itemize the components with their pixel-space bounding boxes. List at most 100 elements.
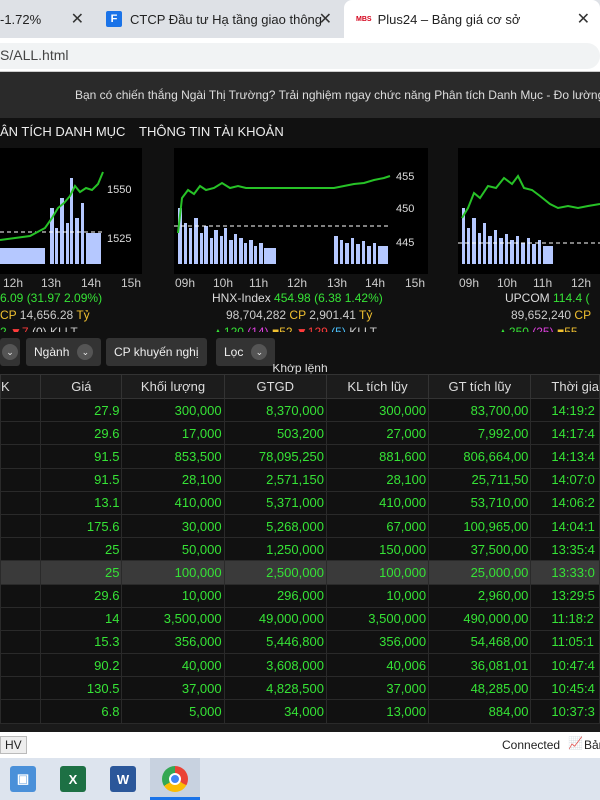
- time-tick: 13h: [41, 276, 62, 290]
- table-cell: 13.1: [40, 490, 123, 515]
- browser-tab-1[interactable]: -1.72% ✕: [0, 0, 94, 38]
- col-header[interactable]: GT tích lũy: [428, 374, 532, 399]
- col-header[interactable]: Giá: [40, 374, 123, 399]
- table-cell: [0, 560, 42, 585]
- table-cell: 5,446,800: [223, 629, 327, 655]
- trade-value: 14,656.28: [19, 308, 74, 322]
- close-icon[interactable]: ✕: [319, 9, 332, 29]
- col-header[interactable]: KL tích lũy: [325, 374, 430, 399]
- trading-page: Bạn có chiến thắng Ngài Thị Trường? Trải…: [0, 72, 600, 732]
- table-cell: 53,710,00: [428, 490, 532, 515]
- index-charts: 1550 1525 12h 13h 14h 15h 6.09 (31.97 2.…: [0, 146, 600, 339]
- matched-orders-table: K Giá Khối lượng GTGD KL tích lũy GT tíc…: [0, 374, 600, 724]
- table-cell: 356,000: [121, 629, 225, 655]
- col-header[interactable]: Thời gia: [530, 374, 600, 399]
- table-cell: [0, 606, 42, 631]
- table-row[interactable]: 29.6 10,000 296,000 10,000 2,960,00 13:29:5: [0, 583, 600, 608]
- table-cell: 40,006: [325, 653, 430, 678]
- level-label: 445: [396, 237, 414, 249]
- col-header[interactable]: Khối lượng: [121, 374, 225, 399]
- favicon-icon: F: [106, 11, 122, 27]
- table-row[interactable]: 13.1 410,000 5,371,000 410,000 53,710,00 14:0…: [0, 490, 600, 515]
- time-tick: 09h: [175, 276, 196, 290]
- table-cell: 10:45:4: [530, 676, 600, 701]
- top-menu: ÂN TÍCH DANH MỤC THÔNG TIN TÀI KHOẢN: [0, 118, 600, 146]
- index-name: UPCOM: [505, 291, 550, 305]
- table-cell: 37,000: [325, 676, 430, 701]
- chevron-down-icon: ⌄: [251, 344, 268, 360]
- table-row[interactable]: 25 50,000 1,250,000 150,000 37,500,00 13:35:4: [0, 537, 600, 562]
- table-row[interactable]: 15.3 356,000 5,446,800 356,000 54,468,00 11:0…: [0, 629, 600, 655]
- exchange-dropdown[interactable]: ⌄: [0, 338, 20, 366]
- table-row[interactable]: 91.5 28,100 2,571,150 28,100 25,711,50 14:07:…: [0, 467, 600, 492]
- table-cell: 14:17:4: [530, 421, 600, 446]
- photos-app-icon[interactable]: ▣: [10, 766, 36, 792]
- table-row[interactable]: 91.5 853,500 78,095,250 881,600 806,664,00 14…: [0, 444, 600, 469]
- upcom-value-line: 89,652,240 CP: [511, 308, 591, 322]
- filter-dropdown[interactable]: Lọc ⌄: [216, 338, 276, 366]
- hnx-index-chart[interactable]: 455 450 445: [174, 148, 428, 274]
- table-cell: 490,000,00: [428, 606, 532, 631]
- board-label[interactable]: Bản: [584, 738, 600, 752]
- time-axis: 09h 10h 11h 12h 13h 14h 15h: [175, 276, 425, 290]
- table-cell: 49,000,000: [223, 606, 327, 631]
- industry-dropdown[interactable]: Ngành ⌄: [26, 338, 102, 366]
- browser-tab-2[interactable]: F CTCP Đầu tư Hạ tầng giao thông ✕: [96, 0, 342, 38]
- menu-item-account-info[interactable]: THÔNG TIN TÀI KHOẢN: [139, 124, 284, 139]
- vnindex-chart[interactable]: 1550 1525: [0, 148, 142, 274]
- time-tick: 11h: [533, 276, 553, 290]
- table-cell: 806,664,00: [428, 444, 532, 469]
- promo-banner[interactable]: Bạn có chiến thắng Ngài Thị Trường? Trải…: [0, 72, 600, 118]
- word-app-icon[interactable]: W: [110, 766, 136, 792]
- table-cell: 29.6: [40, 583, 123, 608]
- table-cell: 5,268,000: [223, 513, 327, 539]
- table-cell: 356,000: [325, 629, 430, 655]
- table-cell: 91.5: [40, 444, 123, 469]
- table-row[interactable]: 29.6 17,000 503,200 27,000 7,992,00 14:17:4: [0, 421, 600, 446]
- table-cell: 67,000: [325, 513, 430, 539]
- table-row[interactable]: 130.5 37,000 4,828,500 37,000 48,285,00 10:45…: [0, 676, 600, 701]
- table-cell: 300,000: [325, 397, 430, 423]
- table-cell: [0, 513, 42, 539]
- browser-tab-active[interactable]: MBS Plus24 – Bảng giá cơ sở ✕: [344, 0, 600, 38]
- hv-badge[interactable]: HV: [0, 736, 27, 754]
- table-cell: 25: [40, 537, 123, 562]
- chart-icon[interactable]: 📈: [568, 736, 583, 750]
- menu-item-portfolio-analysis[interactable]: ÂN TÍCH DANH MỤC: [0, 124, 125, 139]
- table-cell: [0, 699, 42, 724]
- time-tick: 14h: [365, 276, 386, 290]
- close-icon[interactable]: ✕: [71, 9, 84, 29]
- chrome-taskbar-item[interactable]: [150, 758, 200, 800]
- table-row[interactable]: 14 3,500,000 49,000,000 3,500,000 490,000,00…: [0, 606, 600, 631]
- table-cell: 37,000: [121, 676, 225, 701]
- excel-app-icon[interactable]: X: [60, 766, 86, 792]
- col-header[interactable]: GTGD: [223, 374, 327, 399]
- time-tick: 12h: [287, 276, 308, 290]
- table-cell: [0, 490, 42, 515]
- close-icon[interactable]: ✕: [577, 9, 590, 29]
- table-cell: [0, 629, 42, 655]
- table-cell: 25,000,00: [428, 560, 532, 585]
- table-cell: 3,500,000: [325, 606, 430, 631]
- level-label: 1550: [107, 184, 131, 196]
- table-row[interactable]: 90.2 40,000 3,608,000 40,006 36,081,01 10:47:…: [0, 653, 600, 678]
- table-cell: 29.6: [40, 421, 123, 446]
- table-row[interactable]: 6.8 5,000 34,000 13,000 884,00 10:37:3: [0, 699, 600, 724]
- filter-label: Lọc: [224, 345, 244, 359]
- col-header[interactable]: K: [0, 374, 42, 399]
- recommend-button[interactable]: CP khuyến nghị: [106, 338, 207, 366]
- table-cell: 13:35:4: [530, 537, 600, 562]
- table-row[interactable]: 25 100,000 2,500,000 100,000 25,000,00 13:33:…: [0, 560, 600, 585]
- table-cell: 15.3: [40, 629, 123, 655]
- chrome-app-icon: [162, 766, 188, 792]
- vnindex-chart-plot: 1550 1525: [0, 171, 131, 264]
- table-cell: 884,00: [428, 699, 532, 724]
- table-row[interactable]: 27.9 300,000 8,370,000 300,000 83,700,00 14:1…: [0, 397, 600, 423]
- table-cell: 2,571,150: [223, 467, 327, 492]
- table-row[interactable]: 175.6 30,000 5,268,000 67,000 100,965,00 14:0…: [0, 513, 600, 539]
- upcom-chart[interactable]: [458, 148, 600, 274]
- table-cell: 5,371,000: [223, 490, 327, 515]
- url-field[interactable]: S/ALL.html: [0, 43, 600, 69]
- table-cell: 100,000: [325, 560, 430, 585]
- upcom-chart-plot: [458, 174, 600, 264]
